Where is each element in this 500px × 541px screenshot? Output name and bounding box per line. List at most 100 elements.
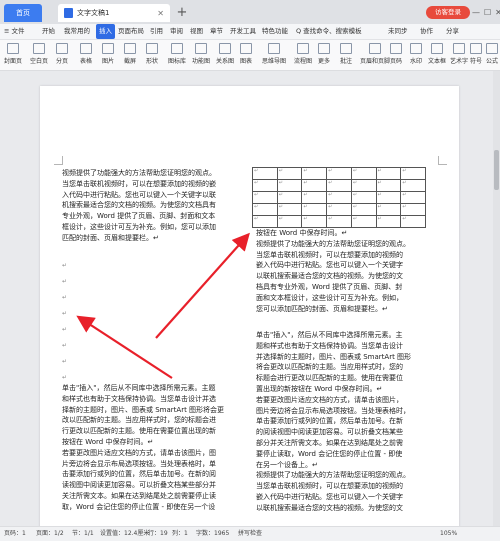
spell-check-button[interactable]: 拼写检查 [238, 527, 262, 541]
table-button[interactable]: 表格 [80, 43, 92, 65]
table-cell[interactable]: ↵ [375, 215, 402, 228]
table-cell[interactable]: ↵ [326, 167, 352, 180]
margin-corner-top-left [54, 156, 63, 165]
flowchart-button[interactable]: 流程图 [294, 43, 312, 65]
menu-view[interactable]: 视图 [190, 24, 203, 39]
menu-file[interactable]: ≡ 文件 [4, 24, 25, 39]
picture-button[interactable]: 图片 [102, 43, 114, 65]
page-number-icon [390, 43, 402, 54]
icon-library-icon [171, 43, 183, 54]
watermark-button[interactable]: 水印 [410, 43, 422, 65]
status-bar: 页码：1 页面：1/2 节：1/1 设置值：12.4厘米 行：19 列：1 字数… [0, 526, 500, 541]
table-cell[interactable]: ↵ [400, 191, 426, 204]
picture-icon [102, 43, 114, 54]
table-cell[interactable]: ↵ [350, 167, 377, 180]
maximize-icon[interactable]: ☐ [484, 8, 491, 17]
paragraph-mark: ↵ [62, 262, 68, 269]
table-cell[interactable]: ↵ [276, 167, 303, 180]
menu-references[interactable]: 引用 [150, 24, 163, 39]
table-cell[interactable]: ↵ [326, 191, 352, 204]
menu-insert[interactable]: 插入 [96, 24, 115, 39]
menu-start[interactable]: 开始 [42, 24, 55, 39]
zoom-level[interactable]: 105% [440, 527, 457, 541]
flowchart-icon [297, 43, 309, 54]
tab-home[interactable]: 首页 [4, 4, 42, 22]
table-cell[interactable]: ↵ [252, 215, 278, 228]
chart-button[interactable]: 图表 [240, 43, 252, 65]
textbox-button[interactable]: 文本框 [428, 43, 446, 65]
comment-button[interactable]: 批注 [340, 43, 352, 65]
table-cell[interactable]: ↵ [375, 167, 402, 180]
blank-page-button[interactable]: 空白页 [30, 43, 48, 65]
table-cell[interactable]: ↵ [326, 215, 352, 228]
close-tab-icon[interactable]: ✕ [157, 9, 164, 18]
table-cell[interactable]: ↵ [252, 191, 278, 204]
table-cell[interactable]: ↵ [252, 179, 278, 192]
header-footer-icon [369, 43, 381, 54]
cover-page-button[interactable]: 封面页 [4, 43, 22, 65]
status-row: 行：19 [148, 530, 168, 537]
table-cell[interactable]: ↵ [252, 203, 278, 216]
table-row: ↵ ↵ ↵ ↵ ↵ ↵ ↵ [252, 167, 426, 180]
menu-mine[interactable]: 我常用的 [64, 24, 90, 39]
page-number-button[interactable]: 页码 [390, 43, 402, 65]
table-cell[interactable]: ↵ [301, 191, 328, 204]
equation-button[interactable]: 公式 [486, 43, 498, 65]
new-tab-button[interactable]: + [174, 4, 190, 22]
icon-library-button[interactable]: 图标库 [168, 43, 186, 65]
table-cell[interactable]: ↵ [375, 203, 402, 216]
table-cell[interactable]: ↵ [350, 191, 377, 204]
table-cell[interactable]: ↵ [350, 203, 377, 216]
mind-map-button[interactable]: 思维导图 [262, 43, 286, 65]
tab-document[interactable]: 文字文稿1 ✕ [58, 4, 170, 22]
table-cell[interactable]: ↵ [400, 167, 426, 180]
table-cell[interactable]: ↵ [375, 191, 402, 204]
ribbon-toolbar: 封面页 空白页 分页 表格 图片 截屏 形状 图标库 功能图 关系图 图表 思维… [0, 40, 500, 71]
menu-page-layout[interactable]: 页面布局 [118, 24, 144, 39]
close-window-icon[interactable]: ✕ [495, 8, 500, 17]
table-cell[interactable]: ↵ [301, 167, 328, 180]
vertical-scrollbar[interactable] [493, 71, 500, 526]
table-cell[interactable]: ↵ [301, 179, 328, 192]
command-search[interactable]: Q 查找命令、搜索模板 [296, 24, 362, 39]
table-cell[interactable]: ↵ [326, 179, 352, 192]
collaborate-button[interactable]: 协作 [420, 24, 433, 39]
table-cell[interactable]: ↵ [400, 215, 426, 228]
header-footer-button[interactable]: 页眉和页脚 [360, 43, 390, 65]
menu-features[interactable]: 特色功能 [262, 24, 288, 39]
shape-button[interactable]: 形状 [146, 43, 158, 65]
symbol-button[interactable]: 符号 [470, 43, 482, 65]
table-cell[interactable]: ↵ [326, 203, 352, 216]
table-row: ↵ ↵ ↵ ↵ ↵ ↵ ↵ [252, 179, 426, 192]
table-cell[interactable]: ↵ [276, 191, 303, 204]
page-break-icon [56, 43, 68, 54]
table-cell[interactable]: ↵ [276, 215, 303, 228]
more-button[interactable]: 更多 [318, 43, 330, 65]
menu-developer[interactable]: 开发工具 [230, 24, 256, 39]
menu-review[interactable]: 审阅 [170, 24, 183, 39]
status-pages: 页面：1/2 [36, 530, 64, 537]
table-cell[interactable]: ↵ [276, 179, 303, 192]
table-cell[interactable]: ↵ [301, 215, 328, 228]
wordart-button[interactable]: 艺术字 [450, 43, 468, 65]
table-cell[interactable]: ↵ [375, 179, 402, 192]
sync-status[interactable]: 未同步 [388, 24, 408, 39]
page-break-button[interactable]: 分页 [56, 43, 68, 65]
document-tab-title: 文字文稿1 [77, 9, 110, 17]
guest-login-button[interactable]: 访客登录 [426, 6, 470, 19]
inserted-table[interactable]: ↵ ↵ ↵ ↵ ↵ ↵ ↵ ↵ ↵ ↵ ↵ ↵ ↵ ↵ ↵ ↵ ↵ ↵ ↵ ↵ ↵ ↵ ↵ ↵ ↵ ↵ ↵ ↵ ↵ ↵ ↵ ↵ ↵ ↵ ↵ [252, 167, 426, 228]
table-cell[interactable]: ↵ [252, 167, 278, 180]
table-cell[interactable]: ↵ [400, 203, 426, 216]
relation-chart-button[interactable]: 关系图 [216, 43, 234, 65]
minimize-icon[interactable]: — [472, 8, 480, 17]
table-cell[interactable]: ↵ [400, 179, 426, 192]
screenshot-button[interactable]: 截屏 [124, 43, 136, 65]
table-cell[interactable]: ↵ [350, 215, 377, 228]
menu-chapter[interactable]: 章节 [210, 24, 223, 39]
scrollbar-thumb[interactable] [494, 150, 499, 190]
function-chart-button[interactable]: 功能图 [192, 43, 210, 65]
table-cell[interactable]: ↵ [301, 203, 328, 216]
table-cell[interactable]: ↵ [276, 203, 303, 216]
share-button[interactable]: 分享 [446, 24, 459, 39]
table-cell[interactable]: ↵ [350, 179, 377, 192]
